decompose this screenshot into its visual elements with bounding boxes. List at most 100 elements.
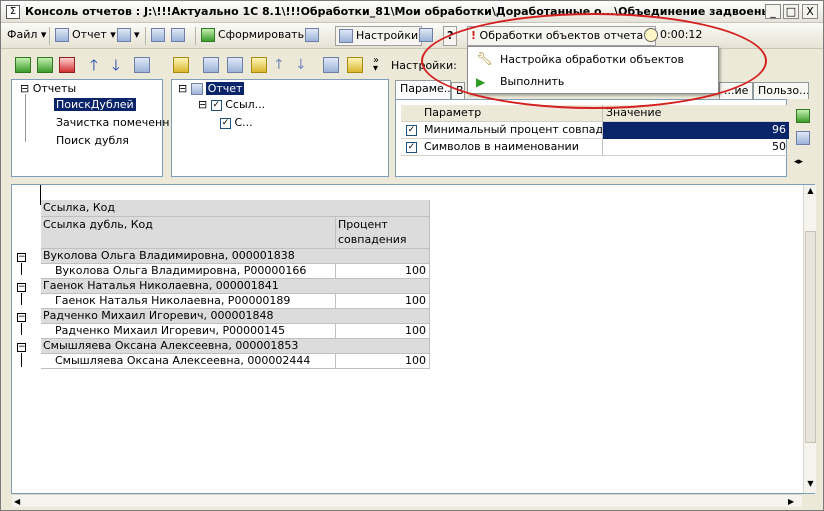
clock-icon	[644, 28, 658, 42]
header-value: Значение	[606, 106, 662, 119]
hierarchy-icon[interactable]	[134, 57, 150, 73]
param-value[interactable]: 96	[603, 122, 789, 139]
down-arrow-icon[interactable]: ↓	[295, 57, 311, 73]
add-param-icon[interactable]	[796, 109, 810, 123]
save-icon	[151, 28, 165, 42]
group-row[interactable]: Гаенок Наталья Николаевна, 000001841	[41, 279, 430, 294]
header-group: Ссылка, Код	[41, 200, 430, 217]
menu-item-label: Выполнить	[500, 75, 565, 88]
horizontal-scrollbar[interactable]: ◀ ▶	[12, 494, 802, 507]
add-field-icon[interactable]	[173, 57, 189, 73]
detail-row[interactable]: Радченко Михаил Игоревич, Р00000145	[41, 324, 336, 339]
collapse-icon[interactable]: −	[17, 343, 26, 352]
group-row[interactable]: Вуколова Ольга Владимировна, 000001838	[41, 249, 430, 264]
generate-label: Сформировать	[218, 28, 305, 41]
collapse-icon[interactable]: −	[17, 253, 26, 262]
structure-root[interactable]: ⊟ Отчет	[178, 82, 245, 96]
load-icon	[171, 28, 185, 42]
maximize-button[interactable]: □	[783, 4, 799, 19]
checkbox[interactable]: ✓	[406, 141, 417, 153]
menu-item-execute[interactable]: ▶ Выполнить	[468, 71, 718, 93]
window-title: Консоль отчетов : J:\!!!Актуально 1С 8.1…	[25, 5, 765, 18]
properties-button[interactable]	[419, 26, 436, 46]
generate-button[interactable]: Сформировать	[201, 26, 304, 46]
compare-icon	[305, 28, 319, 42]
scroll-thumb[interactable]	[805, 231, 816, 443]
collapse-icon[interactable]: −	[17, 283, 26, 292]
report-menu[interactable]: Отчет ▾	[55, 26, 116, 46]
group-row[interactable]: Смышляева Оксана Алексеевна, 000001853	[41, 339, 430, 354]
collapse-icon[interactable]: −	[17, 313, 26, 322]
tab-second[interactable]: В	[451, 82, 465, 99]
move-up-icon[interactable]: 🡑	[90, 57, 106, 73]
scroll-arrows-icon[interactable]: ◂▸	[794, 157, 803, 167]
help-button[interactable]: ?	[443, 26, 458, 46]
checkbox[interactable]: ✓	[406, 124, 417, 136]
move-down-icon[interactable]: 🡓	[112, 57, 128, 73]
load-report-button[interactable]	[171, 26, 188, 46]
table-row[interactable]: ✓ Символов в наименовании 50	[401, 139, 789, 156]
structure-child-ref[interactable]: ⊟ ✓ Ссыл...	[198, 98, 265, 112]
checkbox[interactable]: ✓	[210, 99, 222, 111]
wand-icon[interactable]	[251, 57, 267, 73]
save-report-button[interactable]	[151, 26, 168, 46]
scroll-down-icon[interactable]: ▼	[805, 479, 816, 491]
up-arrow-icon[interactable]: ↑	[273, 57, 289, 73]
tab-other[interactable]: ...ие	[719, 82, 753, 99]
param-value[interactable]: 50	[603, 139, 789, 156]
header-parameter: Параметр	[421, 105, 603, 122]
detail-row[interactable]: Смышляева Оксана Алексеевна, 000002444	[41, 354, 336, 369]
table-row[interactable]: ✓ Минимальный процент совпаде... 96	[401, 122, 789, 139]
separator	[145, 27, 146, 45]
scroll-right-icon[interactable]: ▶	[788, 496, 800, 507]
processing-menu-button[interactable]: ! Обработки объектов отчета ▾	[467, 26, 657, 46]
edit-icon[interactable]	[347, 57, 363, 73]
processing-dropdown-menu: 🔧︎ Настройка обработки объектов ▶ Выполн…	[467, 46, 719, 94]
minimize-button[interactable]: _	[765, 4, 781, 19]
file-menu-label: Файл	[7, 28, 38, 41]
tree-root-reports[interactable]: ⊟ Отчеты	[20, 82, 76, 96]
settings-button[interactable]: Настройки	[335, 26, 423, 46]
move-out-icon[interactable]	[323, 57, 339, 73]
tree-item-cleanup[interactable]: Зачистка помеченн	[56, 116, 169, 130]
variants-button[interactable]: ▾	[117, 26, 140, 46]
timer-value: 0:00:12	[660, 28, 703, 41]
detail-row[interactable]: Гаенок Наталья Николаевна, Р00000189	[41, 294, 336, 309]
row-checkbox[interactable]: ✓	[403, 139, 421, 156]
separator	[49, 27, 50, 45]
compare-button[interactable]	[305, 26, 322, 46]
vertical-scrollbar[interactable]: ▲ ▼	[803, 185, 816, 493]
tree-item-find-duplicate[interactable]: Поиск дубля	[56, 134, 129, 148]
percent-cell: 100	[336, 324, 430, 339]
add-group-field-icon[interactable]	[203, 57, 219, 73]
percent-cell: 100	[336, 294, 430, 309]
param-options-icon[interactable]	[796, 131, 810, 145]
report-menu-label: Отчет	[72, 28, 107, 41]
settings-icon	[339, 29, 353, 43]
menu-item-setup-processing[interactable]: 🔧︎ Настройка обработки объектов	[468, 49, 718, 71]
add-table-icon[interactable]	[227, 57, 243, 73]
main-window: Σ Консоль отчетов : J:\!!!Актуально 1С 8…	[0, 0, 824, 511]
add-group-icon[interactable]	[37, 57, 53, 73]
tab-user[interactable]: Пользо...	[753, 82, 809, 99]
tab-parameters[interactable]: Параме...	[395, 80, 451, 99]
scroll-up-icon[interactable]: ▲	[805, 186, 816, 198]
structure-child-sub[interactable]: ✓ С...	[220, 116, 253, 130]
add-report-icon[interactable]	[15, 57, 31, 73]
tree-root-label: Отчеты	[32, 82, 77, 95]
report-icon	[55, 28, 69, 42]
scroll-left-icon[interactable]: ◀	[14, 496, 26, 507]
close-button[interactable]: X	[802, 4, 818, 19]
delete-icon[interactable]	[59, 57, 75, 73]
wrench-icon: 🔧︎	[476, 52, 493, 67]
more-chevron-icon[interactable]: » ▾	[373, 56, 389, 74]
detail-row[interactable]: Вуколова Ольга Владимировна, Р00000166	[41, 264, 336, 279]
group-row[interactable]: Радченко Михаил Игоревич, 000001848	[41, 309, 430, 324]
tree-item-search-duplicates[interactable]: ПоискДублей	[54, 98, 136, 112]
checkbox[interactable]: ✓	[220, 117, 231, 129]
file-menu[interactable]: Файл ▾	[7, 26, 46, 46]
table-header: Параметр Значение	[401, 105, 789, 122]
header-percent: Процент совпадения	[336, 217, 430, 249]
exclamation-icon: !	[471, 29, 477, 42]
row-checkbox[interactable]: ✓	[403, 122, 421, 139]
